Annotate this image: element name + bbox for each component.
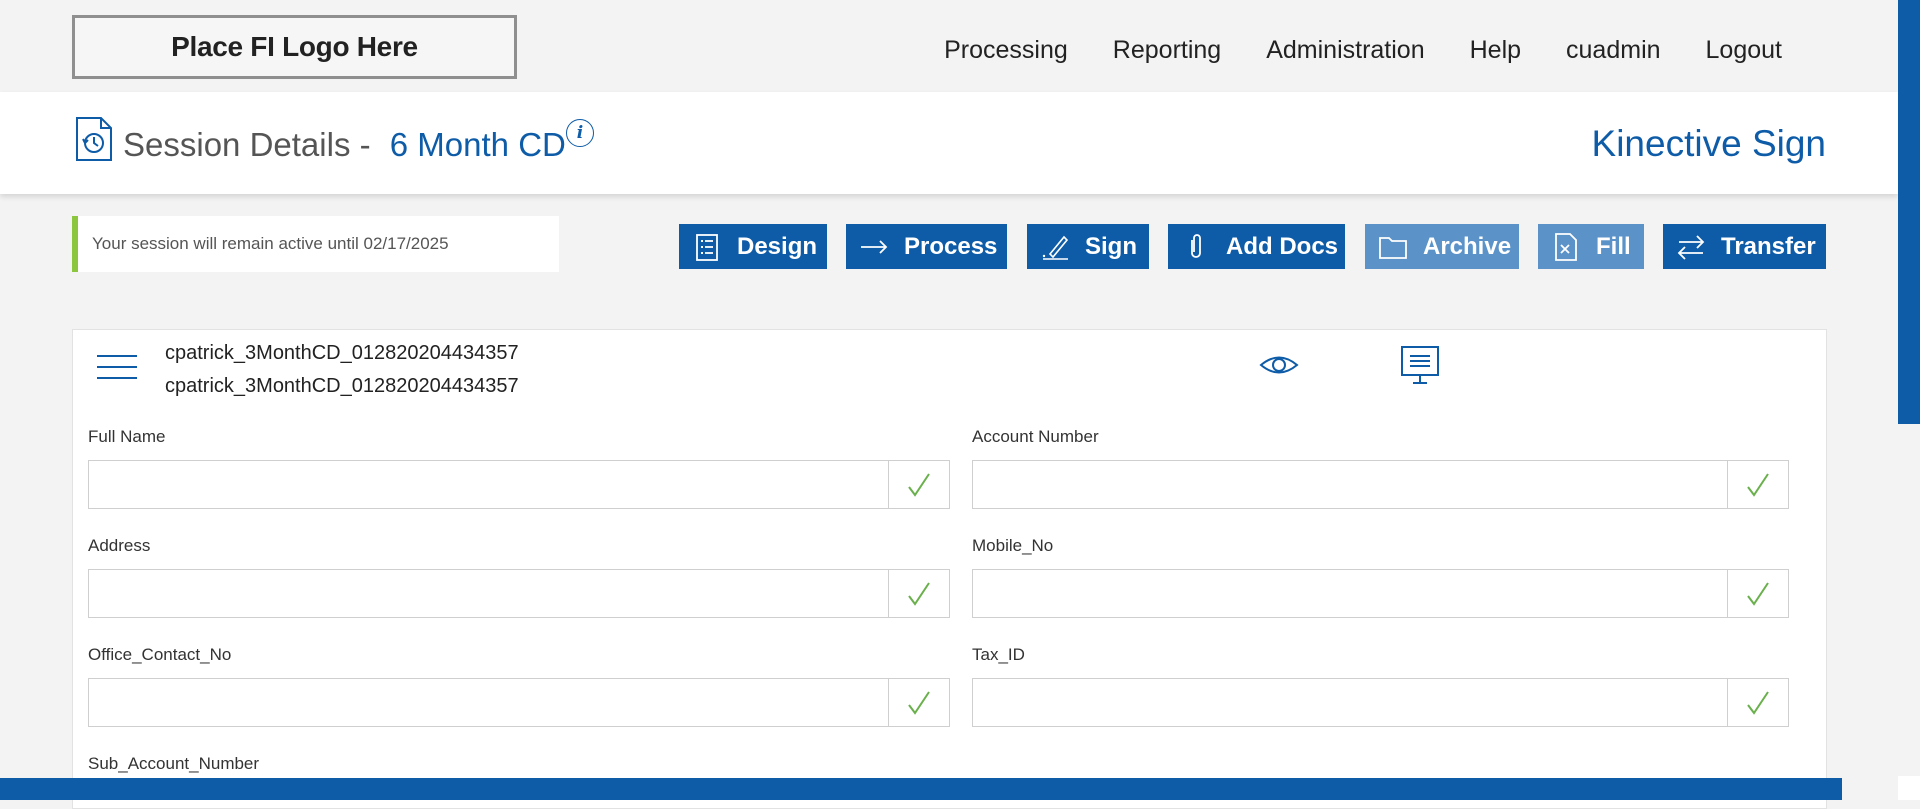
- design-label: Design: [737, 232, 818, 260]
- scrollbar[interactable]: [1898, 0, 1920, 800]
- nav-logout[interactable]: Logout: [1706, 36, 1782, 65]
- office-contact-no-label: Office_Contact_No: [88, 645, 232, 664]
- checkmark-icon: [1747, 690, 1769, 715]
- fi-logo: Place FI Logo Here: [72, 15, 517, 79]
- transfer-arrows-icon: [1675, 231, 1707, 263]
- nav-help[interactable]: Help: [1470, 36, 1521, 65]
- top-bar: Place FI Logo Here Processing Reporting …: [0, 0, 1898, 92]
- process-label: Process: [904, 232, 998, 260]
- process-button[interactable]: Process: [846, 224, 1007, 269]
- presentation-icon[interactable]: [1400, 345, 1440, 385]
- transfer-label: Transfer: [1721, 232, 1816, 260]
- tax-id-label: Tax_ID: [972, 645, 1025, 664]
- info-icon[interactable]: i: [566, 119, 594, 147]
- nav-processing[interactable]: Processing: [944, 36, 1068, 65]
- checkmark-icon: [1747, 472, 1769, 497]
- pen-icon: [1039, 231, 1071, 263]
- paperclip-icon: [1180, 231, 1212, 263]
- nav-user[interactable]: cuadmin: [1566, 36, 1661, 65]
- sign-label: Sign: [1085, 232, 1137, 260]
- archive-button[interactable]: Archive: [1365, 224, 1519, 269]
- list-icon: [691, 231, 723, 263]
- address-confirm[interactable]: [888, 570, 949, 617]
- sub-account-number-label: Sub_Account_Number: [88, 754, 260, 773]
- mobile-no-input[interactable]: [973, 570, 1729, 617]
- folder-icon: [1377, 231, 1409, 263]
- tax-id-confirm[interactable]: [1727, 679, 1788, 726]
- mobile-no-confirm[interactable]: [1727, 570, 1788, 617]
- account-number-field: [972, 460, 1789, 509]
- session-name: 6 Month CD: [389, 126, 566, 163]
- document-name: cpatrick_3MonthCD_012820204434357: [165, 342, 519, 364]
- document-x-icon: [1550, 231, 1582, 263]
- session-notice: Your session will remain active until 02…: [72, 216, 559, 272]
- checkmark-icon: [908, 690, 930, 715]
- footer-bar: [0, 778, 1842, 800]
- office-contact-no-field: [88, 678, 950, 727]
- full-name-field: [88, 460, 950, 509]
- archive-label: Archive: [1423, 232, 1512, 260]
- session-notice-text: Your session will remain active until 02…: [92, 234, 449, 253]
- design-button[interactable]: Design: [679, 224, 827, 269]
- document-panel: cpatrick_3MonthCD_012820204434357 cpatri…: [72, 329, 1827, 809]
- office-contact-no-confirm[interactable]: [888, 679, 949, 726]
- session-history-icon: [76, 117, 112, 161]
- scrollbar-thumb[interactable]: [1898, 0, 1920, 424]
- nav-reporting[interactable]: Reporting: [1113, 36, 1221, 65]
- fill-label: Fill: [1596, 232, 1631, 260]
- full-name-label: Full Name: [88, 427, 166, 446]
- transfer-button[interactable]: Transfer: [1663, 224, 1826, 269]
- document-subname: cpatrick_3MonthCD_012820204434357: [165, 375, 519, 397]
- full-name-input[interactable]: [89, 461, 890, 508]
- tax-id-field: [972, 678, 1789, 727]
- page-header: Session Details - 6 Month CD i Kinective…: [0, 92, 1898, 194]
- scrollbar-end: [1898, 776, 1920, 800]
- arrow-right-icon: [858, 231, 890, 263]
- mobile-no-field: [972, 569, 1789, 618]
- menu-icon[interactable]: [97, 355, 137, 383]
- add-docs-label: Add Docs: [1226, 232, 1339, 260]
- office-contact-no-input[interactable]: [89, 679, 890, 726]
- checkmark-icon: [908, 581, 930, 606]
- fill-button[interactable]: Fill: [1538, 224, 1644, 269]
- checkmark-icon: [908, 472, 930, 497]
- checkmark-icon: [1747, 581, 1769, 606]
- address-field: [88, 569, 950, 618]
- account-number-label: Account Number: [972, 427, 1099, 446]
- brand-name: Kinective Sign: [1591, 123, 1826, 164]
- add-docs-button[interactable]: Add Docs: [1168, 224, 1345, 269]
- mobile-no-label: Mobile_No: [972, 536, 1054, 555]
- page-title: Session Details - 6 Month CD: [123, 126, 566, 164]
- address-label: Address: [88, 536, 151, 555]
- address-input[interactable]: [89, 570, 890, 617]
- account-number-input[interactable]: [973, 461, 1729, 508]
- title-prefix: Session Details -: [123, 126, 371, 163]
- tax-id-input[interactable]: [973, 679, 1729, 726]
- account-number-confirm[interactable]: [1727, 461, 1788, 508]
- main-nav: Processing Reporting Administration Help…: [944, 36, 1782, 65]
- sign-button[interactable]: Sign: [1027, 224, 1149, 269]
- eye-icon[interactable]: [1259, 350, 1299, 380]
- nav-administration[interactable]: Administration: [1266, 36, 1424, 65]
- full-name-confirm[interactable]: [888, 461, 949, 508]
